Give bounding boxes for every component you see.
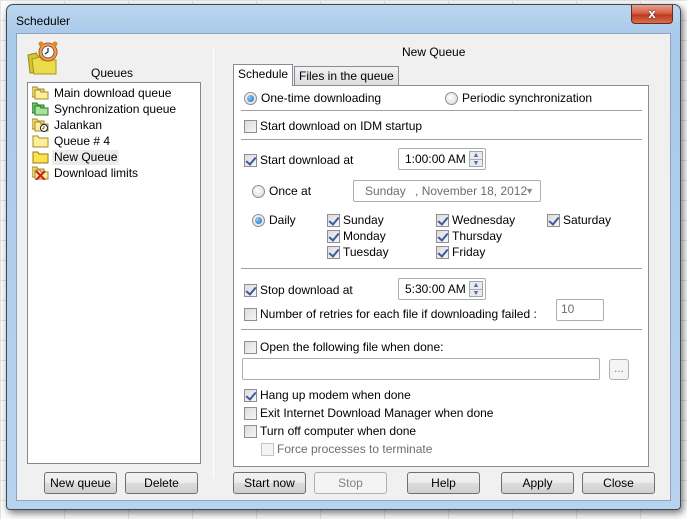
checkbox-indicator	[436, 245, 449, 259]
checkbox-indicator	[261, 442, 274, 456]
new-queue-button[interactable]: New queue	[44, 472, 117, 494]
one-time-downloading-radio[interactable]: One-time downloading	[244, 90, 381, 106]
start-time-spinner[interactable]: ▲ ▼	[469, 151, 483, 167]
scheduled-queue-folder-icon	[32, 118, 49, 132]
title-bar[interactable]: Scheduler x	[7, 5, 680, 33]
start-now-button[interactable]: Start now	[233, 472, 306, 494]
spin-down-icon[interactable]: ▼	[470, 289, 482, 297]
divider	[241, 139, 642, 140]
queue-item-main-download[interactable]: Main download queue	[32, 85, 173, 101]
periodic-synchronization-radio[interactable]: Periodic synchronization	[445, 90, 592, 106]
stop-time-field[interactable]: 5:30:00 AM ▲ ▼	[398, 278, 486, 300]
queue-folder-icon	[32, 135, 49, 148]
checkbox-indicator	[244, 153, 257, 167]
checkbox-indicator	[244, 119, 257, 133]
checkbox-indicator	[244, 406, 257, 420]
queue-item-synchronization[interactable]: Synchronization queue	[32, 101, 178, 117]
stop-time-spinner[interactable]: ▲ ▼	[469, 281, 483, 297]
pane-separator	[213, 48, 214, 478]
stop-button[interactable]: Stop	[314, 472, 387, 494]
retries-count-field[interactable]: 10	[556, 299, 604, 321]
close-icon: x	[648, 6, 656, 21]
queue-title: New Queue	[402, 45, 466, 59]
window-title: Scheduler	[16, 14, 71, 28]
tab-files-in-queue[interactable]: Files in the queue	[294, 66, 399, 86]
checkbox-indicator	[244, 340, 257, 354]
checkbox-indicator	[244, 283, 257, 297]
spin-down-icon[interactable]: ▼	[470, 159, 482, 167]
radio-indicator	[445, 91, 458, 105]
queues-header: Queues	[91, 66, 134, 80]
apply-button[interactable]: Apply	[501, 472, 574, 494]
radio-indicator	[244, 91, 257, 105]
queue-item-jalankan[interactable]: Jalankan	[32, 117, 104, 133]
daily-radio[interactable]: Daily	[252, 212, 296, 228]
exit-idm-checkbox[interactable]: Exit Internet Download Manager when done	[244, 405, 493, 421]
day-monday-checkbox[interactable]: Monday	[327, 228, 386, 244]
checkbox-indicator	[244, 307, 257, 321]
browse-file-button[interactable]: ...	[609, 359, 629, 380]
checkbox-indicator	[327, 213, 340, 227]
open-file-path-input[interactable]	[242, 358, 600, 380]
queue-folder-icon	[32, 151, 49, 164]
once-at-radio[interactable]: Once at	[252, 183, 311, 199]
day-wednesday-checkbox[interactable]: Wednesday	[436, 212, 515, 228]
open-file-when-done-checkbox[interactable]: Open the following file when done:	[244, 339, 443, 355]
checkbox-indicator	[244, 424, 257, 438]
force-terminate-checkbox[interactable]: Force processes to terminate	[261, 441, 432, 457]
radio-indicator	[252, 213, 265, 227]
queue-folder-icon	[32, 86, 49, 100]
radio-indicator	[252, 184, 265, 198]
download-limits-icon	[32, 166, 49, 180]
turn-off-computer-checkbox[interactable]: Turn off computer when done	[244, 423, 416, 439]
close-button[interactable]: Close	[582, 472, 655, 494]
checkbox-indicator	[244, 388, 257, 402]
checkbox-indicator	[547, 213, 560, 227]
divider	[241, 329, 642, 330]
queue-item-new-queue[interactable]: New Queue	[32, 149, 120, 165]
divider	[241, 110, 642, 111]
day-friday-checkbox[interactable]: Friday	[436, 244, 485, 260]
day-saturday-checkbox[interactable]: Saturday	[547, 212, 611, 228]
once-at-date-picker[interactable]: Sunday , November 18, 2012 ▼	[353, 180, 541, 202]
checkbox-indicator	[436, 229, 449, 243]
queue-item-download-limits[interactable]: Download limits	[32, 165, 140, 181]
retries-checkbox[interactable]: Number of retries for each file if downl…	[244, 306, 537, 322]
checkbox-indicator	[327, 245, 340, 259]
start-on-idm-startup-checkbox[interactable]: Start download on IDM startup	[244, 118, 422, 134]
divider	[241, 268, 642, 269]
day-sunday-checkbox[interactable]: Sunday	[327, 212, 384, 228]
checkbox-indicator	[327, 229, 340, 243]
queue-list[interactable]: Main download queue Synchronization queu…	[27, 82, 201, 464]
scheduler-clock-folder-icon	[27, 41, 58, 75]
scheduler-window: Scheduler x Queues Main download queue S…	[6, 4, 681, 510]
sync-queue-folder-icon	[32, 102, 49, 116]
window-close-button[interactable]: x	[631, 5, 673, 24]
start-time-field[interactable]: 1:00:00 AM ▲ ▼	[398, 148, 486, 170]
hang-up-modem-checkbox[interactable]: Hang up modem when done	[244, 387, 411, 403]
start-download-at-checkbox[interactable]: Start download at	[244, 152, 353, 168]
checkbox-indicator	[436, 213, 449, 227]
day-tuesday-checkbox[interactable]: Tuesday	[327, 244, 389, 260]
help-button[interactable]: Help	[407, 472, 480, 494]
tab-schedule[interactable]: Schedule	[233, 64, 294, 86]
client-area: Queues Main download queue Synchronizati…	[16, 33, 671, 501]
stop-download-at-checkbox[interactable]: Stop download at	[244, 282, 353, 298]
dropdown-arrow-icon[interactable]: ▼	[525, 181, 534, 201]
spin-up-icon[interactable]: ▲	[470, 282, 482, 289]
day-thursday-checkbox[interactable]: Thursday	[436, 228, 502, 244]
spin-up-icon[interactable]: ▲	[470, 152, 482, 159]
queue-item-queue-4[interactable]: Queue # 4	[32, 133, 112, 149]
delete-queue-button[interactable]: Delete	[125, 472, 198, 494]
